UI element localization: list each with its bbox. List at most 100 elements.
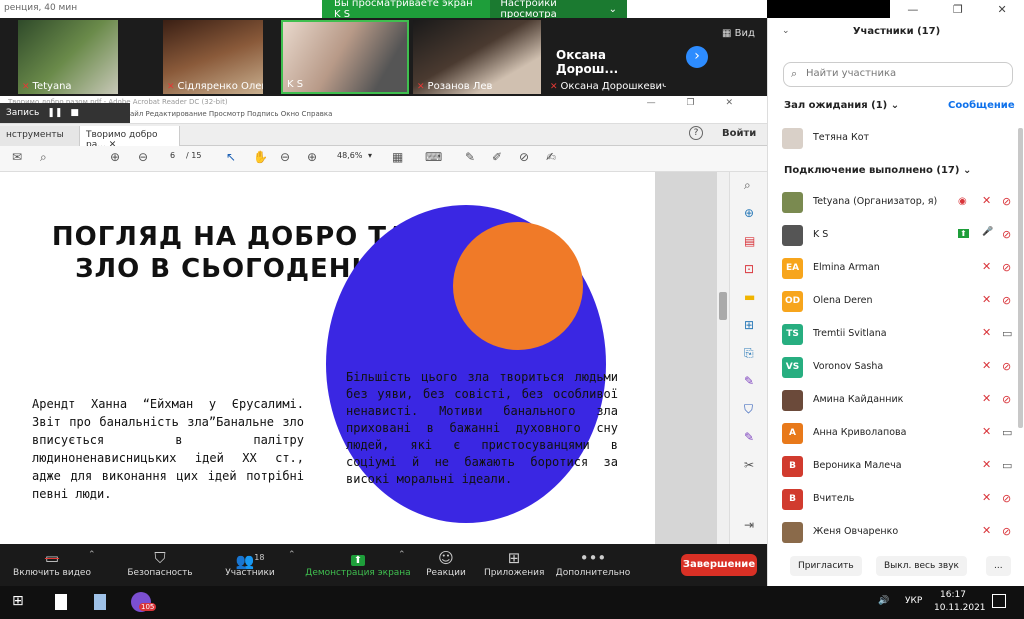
mic-icon[interactable]: 🎤 [982, 227, 993, 237]
end-meeting-button[interactable]: Завершение [681, 554, 757, 576]
mic-muted-icon[interactable]: ✕ [982, 458, 991, 471]
mic-muted-icon[interactable]: ✕ [982, 392, 991, 405]
video-off-icon[interactable]: ⊘ [1002, 393, 1011, 406]
collapse-pane-icon[interactable]: ⇥ [744, 518, 754, 532]
participant-row[interactable]: Амина Кайданник ✕ ⊘ [782, 388, 1012, 414]
video-off-icon[interactable]: ⊘ [1002, 492, 1011, 505]
start-video-button[interactable]: ▭ Включить видео [12, 548, 92, 578]
reactions-button[interactable]: ☺ Реакции [424, 548, 468, 578]
select-cursor-icon[interactable]: ↖ [226, 150, 236, 164]
share-screen-button[interactable]: ⬆ Демонстрация экрана [304, 548, 412, 578]
sound-icon[interactable]: 🔊 [878, 596, 889, 606]
scrollbar-thumb[interactable] [719, 292, 727, 320]
panel-scrollbar[interactable] [1018, 128, 1023, 428]
chevron-up-icon[interactable]: ⌃ [288, 550, 296, 560]
mic-muted-icon[interactable]: ✕ [982, 194, 991, 207]
video-off-icon[interactable]: ⊘ [1002, 360, 1011, 373]
mic-muted-icon[interactable]: ✕ [982, 359, 991, 372]
vertical-scrollbar[interactable] [717, 172, 729, 544]
participant-row[interactable]: В Вероника Малеча ✕ ▭ [782, 454, 1012, 480]
mic-muted-icon[interactable]: ✕ [982, 524, 991, 537]
mic-muted-icon[interactable]: ✕ [982, 491, 991, 504]
mic-muted-icon[interactable]: ✕ [982, 425, 991, 438]
fit-page-icon[interactable]: ▦ [392, 150, 403, 164]
security-button[interactable]: ⛉ Безопасность [122, 548, 198, 578]
video-off-icon[interactable]: ⊘ [1002, 261, 1011, 274]
participant-row[interactable]: А Анна Криволапова ✕ ▭ [782, 421, 1012, 447]
zoom-out-icon[interactable]: ⊖ [280, 150, 290, 164]
video-off-icon[interactable]: ⊘ [1002, 195, 1011, 208]
video-icon[interactable]: ▭ [1002, 426, 1012, 439]
document-icon[interactable] [94, 594, 106, 610]
stop-icon[interactable]: ■ [70, 108, 79, 118]
video-tile[interactable]: ✕ Tetyana [18, 20, 118, 94]
view-button[interactable]: ▦ Вид [722, 28, 755, 39]
more-button[interactable]: ••• Дополнительно [555, 548, 631, 578]
pause-icon[interactable]: ❚❚ [47, 108, 62, 118]
message-button[interactable]: Сообщение [948, 100, 1015, 111]
file-icon[interactable] [55, 594, 67, 610]
erase-icon[interactable]: ⊘ [519, 150, 529, 164]
video-tile[interactable]: ✕Сідляренко Олена [163, 20, 263, 94]
participant-row[interactable]: VS Voronov Sasha ✕ ⊘ [782, 355, 1012, 381]
waiting-participant[interactable]: Тетяна Кот [782, 126, 1012, 152]
participant-row[interactable]: TS Tremtii Svitlana ✕ ▭ [782, 322, 1012, 348]
highlight-icon[interactable]: ✐ [492, 150, 502, 164]
notifications-icon[interactable] [992, 594, 1006, 608]
organize-icon[interactable]: ⎘ [744, 346, 754, 361]
restore-button[interactable]: ❐ [953, 3, 963, 16]
video-off-icon[interactable]: ⊘ [1002, 525, 1011, 538]
hand-tool-icon[interactable]: ✋ [253, 150, 268, 164]
mic-muted-icon[interactable]: ✕ [982, 326, 991, 339]
participant-row[interactable]: K S ⬆ 🎤 ⊘ [782, 223, 1012, 249]
acrobat-menu[interactable]: айл Редактирование Просмотр Подпись Окно… [130, 110, 332, 118]
comment-icon[interactable]: ✎ [465, 150, 475, 164]
participants-button[interactable]: 👥18 Участники [218, 548, 282, 578]
page-down-icon[interactable]: ⊖ [138, 150, 148, 164]
keyboard-icon[interactable]: ⌨ [425, 150, 442, 164]
more-tools-icon[interactable]: ✂ [744, 458, 754, 472]
chevron-down-icon[interactable]: ▾ [368, 151, 372, 160]
mail-icon[interactable]: ✉ [12, 150, 22, 164]
mute-all-button[interactable]: Выкл. весь звук [876, 556, 967, 576]
search-input[interactable]: ⌕ Найти участника [783, 62, 1013, 87]
windows-start-icon[interactable]: ⊞ [12, 593, 24, 609]
fill-sign-icon[interactable]: ✎ [744, 374, 754, 388]
signature-icon[interactable]: ✎ [744, 430, 754, 444]
video-off-icon[interactable]: ⊘ [1002, 228, 1011, 241]
chevron-up-icon[interactable]: ⌃ [398, 550, 406, 560]
tab-tools[interactable]: нструменты [0, 126, 80, 146]
language-indicator[interactable]: УКР [905, 596, 922, 606]
mic-muted-icon[interactable]: ✕ [982, 293, 991, 306]
sign-in-button[interactable]: Войти [722, 128, 756, 139]
edit-pdf-icon[interactable]: ▤ [744, 234, 755, 248]
help-icon[interactable]: ? [689, 126, 703, 140]
participant-row[interactable]: Tetyana (Организатор, я) ◉ ✕ ⊘ [782, 190, 1012, 216]
participant-row[interactable]: EA Elmina Arman ✕ ⊘ [782, 256, 1012, 282]
tab-document[interactable]: Творимо добро ра... ✕ [80, 126, 180, 150]
comment-tool-icon[interactable]: ▬ [744, 290, 755, 304]
apps-button[interactable]: ⊞ Приложения [484, 548, 544, 578]
zoom-in-icon[interactable]: ⊕ [307, 150, 317, 164]
next-page-button[interactable]: › [686, 46, 708, 68]
clock-time[interactable]: 16:17 [940, 590, 966, 600]
export-pdf-icon[interactable]: ⊡ [744, 262, 754, 276]
page-up-icon[interactable]: ⊕ [110, 150, 120, 164]
protect-icon[interactable]: ⛉ [744, 402, 753, 417]
zoom-tool-icon[interactable]: ⌕ [744, 178, 751, 193]
participant-row[interactable]: В Вчитель ✕ ⊘ [782, 487, 1012, 513]
view-settings-button[interactable]: Настройки просмотра ⌄ [490, 0, 627, 20]
video-off-icon[interactable]: ⊘ [1002, 294, 1011, 307]
acrobat-window-controls[interactable]: — ❐ ✕ [647, 98, 747, 108]
connected-header[interactable]: Подключение выполнено (17) ⌄ [784, 165, 971, 176]
search-icon[interactable]: ⌕ [40, 150, 47, 165]
sign-icon[interactable]: ✍ [546, 150, 556, 164]
waiting-room-header[interactable]: Зал ожидания (1) ⌄ [784, 100, 899, 111]
minimize-button[interactable]: — [907, 3, 918, 16]
participant-row[interactable]: OD Olena Deren ✕ ⊘ [782, 289, 1012, 315]
create-pdf-icon[interactable]: ⊕ [744, 206, 754, 220]
combine-icon[interactable]: ⊞ [744, 318, 754, 332]
zoom-level[interactable]: 48,6% [337, 151, 362, 160]
video-icon[interactable]: ▭ [1002, 459, 1012, 472]
close-button[interactable]: ✕ [997, 3, 1006, 16]
